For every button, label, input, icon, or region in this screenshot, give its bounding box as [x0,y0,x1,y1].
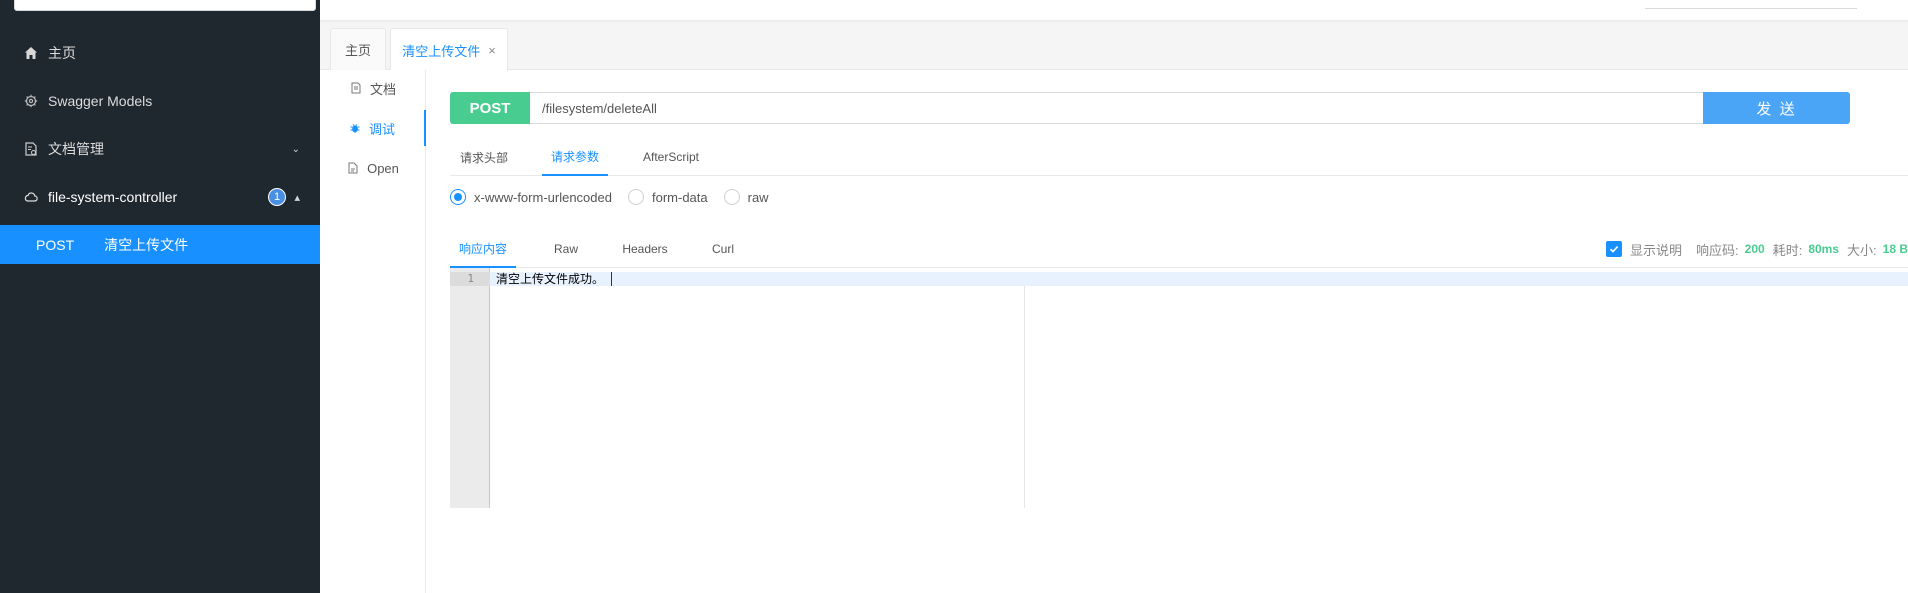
radio-label: x-www-form-urlencoded [474,189,612,205]
tab-label: 主页 [344,43,371,58]
tab-afterscript[interactable]: AfterScript [632,138,710,176]
active-line-highlight [490,272,1908,286]
file-icon [347,162,359,174]
sidebar-item-home[interactable]: 主页 [0,29,320,77]
sidebar: 主页 Swagger Models 文档管理 ⌄ file-system-con… [0,0,320,593]
cloud-icon [24,190,38,204]
api-side-nav: 文档 调试 Open [320,70,426,593]
radio-unselected-icon [627,189,644,205]
header-search-input[interactable] [1645,8,1857,9]
gear-icon [24,94,38,108]
nav-item-debug[interactable]: 调试 [320,110,426,146]
tab-label: 清空上传文件 [402,43,481,59]
tab-raw[interactable]: Raw [542,230,590,268]
show-description-checkbox[interactable] [1606,241,1623,257]
response-size-value: 18 B [1882,242,1908,256]
tab-request-headers[interactable]: 请求头部 [450,138,518,176]
response-size-label: 大小: [1847,242,1877,258]
sidebar-item-label: 文档管理 [48,141,104,157]
nav-item-label: Open [367,160,399,176]
response-code-label: 响应码: [1696,242,1739,258]
editor-gutter [450,268,490,508]
response-tabs: 响应内容 Raw Headers Curl 显示说明 响应码: 200 耗时: … [450,230,1908,268]
tab-request-params[interactable]: 请求参数 [542,138,608,176]
sidebar-item-doc-management[interactable]: 文档管理 ⌄ [0,125,320,173]
http-method-badge: POST [450,92,530,124]
api-name-label: 清空上传文件 [104,236,189,253]
nav-item-label: 调试 [368,121,395,137]
close-icon[interactable]: × [488,43,496,58]
top-header [320,0,1908,22]
url-input[interactable] [530,92,1704,124]
response-time-value: 80ms [1808,242,1840,256]
document-settings-icon [24,142,38,156]
request-tabs: 请求头部 请求参数 AfterScript [450,138,1908,176]
sidebar-item-file-system-controller[interactable]: file-system-controller 1 ▴ [0,173,320,221]
tab-headers[interactable]: Headers [612,230,678,268]
radio-form-data[interactable]: form-data [627,189,708,205]
sidebar-item-swagger-models[interactable]: Swagger Models [0,77,320,125]
response-time-label: 耗时: [1772,242,1803,258]
nav-item-label: 文档 [369,81,396,97]
document-icon [350,82,362,94]
sidebar-api-item-active[interactable]: POST 清空上传文件 [0,225,320,264]
print-margin [1024,286,1025,508]
chevron-down-icon: ⌄ [291,143,300,155]
radio-selected-icon [450,189,466,205]
request-url-row: POST 发 送 [450,92,1850,124]
body-type-radios: x-www-form-urlencoded form-data raw [450,186,785,208]
home-icon [24,46,38,60]
radio-raw[interactable]: raw [723,189,769,205]
nav-item-open[interactable]: Open [320,150,426,186]
radio-label: raw [747,189,769,205]
tab-home[interactable]: 主页 [330,28,386,70]
response-code-value: 200 [1744,242,1765,256]
nav-item-doc[interactable]: 文档 [320,70,426,106]
tab-curl[interactable]: Curl [700,230,746,268]
chevron-up-icon: ▴ [294,191,300,204]
response-editor[interactable]: 1 清空上传文件成功。 [450,268,1908,508]
send-button[interactable]: 发 送 [1703,92,1850,124]
editor-content: 清空上传文件成功。 [496,272,605,286]
radio-x-www-form-urlencoded[interactable]: x-www-form-urlencoded [450,189,612,205]
debug-panel: POST 发 送 请求头部 请求参数 AfterScript x-www-for… [427,70,1908,593]
line-number: 1 [450,272,490,286]
page-tabs: 主页 清空上传文件 × [320,22,1908,71]
radio-unselected-icon [723,189,740,205]
bug-icon [349,122,361,134]
sidebar-search-input[interactable] [14,0,316,11]
sidebar-item-label: Swagger Models [48,93,153,109]
text-cursor [611,272,612,286]
sidebar-item-label: 主页 [48,45,76,61]
radio-label: form-data [651,189,708,205]
tab-response-content[interactable]: 响应内容 [450,230,516,268]
sidebar-item-label: file-system-controller [48,189,178,205]
response-meta: 显示说明 响应码: 200 耗时: 80ms 大小: 18 B [1606,230,1908,268]
count-badge: 1 [268,188,286,206]
app-window: 主页 Swagger Models 文档管理 ⌄ file-system-con… [0,0,1908,593]
api-method-label: POST [36,236,75,253]
show-description-label: 显示说明 [1630,242,1683,258]
tab-clear-upload-files[interactable]: 清空上传文件 × [390,28,508,71]
